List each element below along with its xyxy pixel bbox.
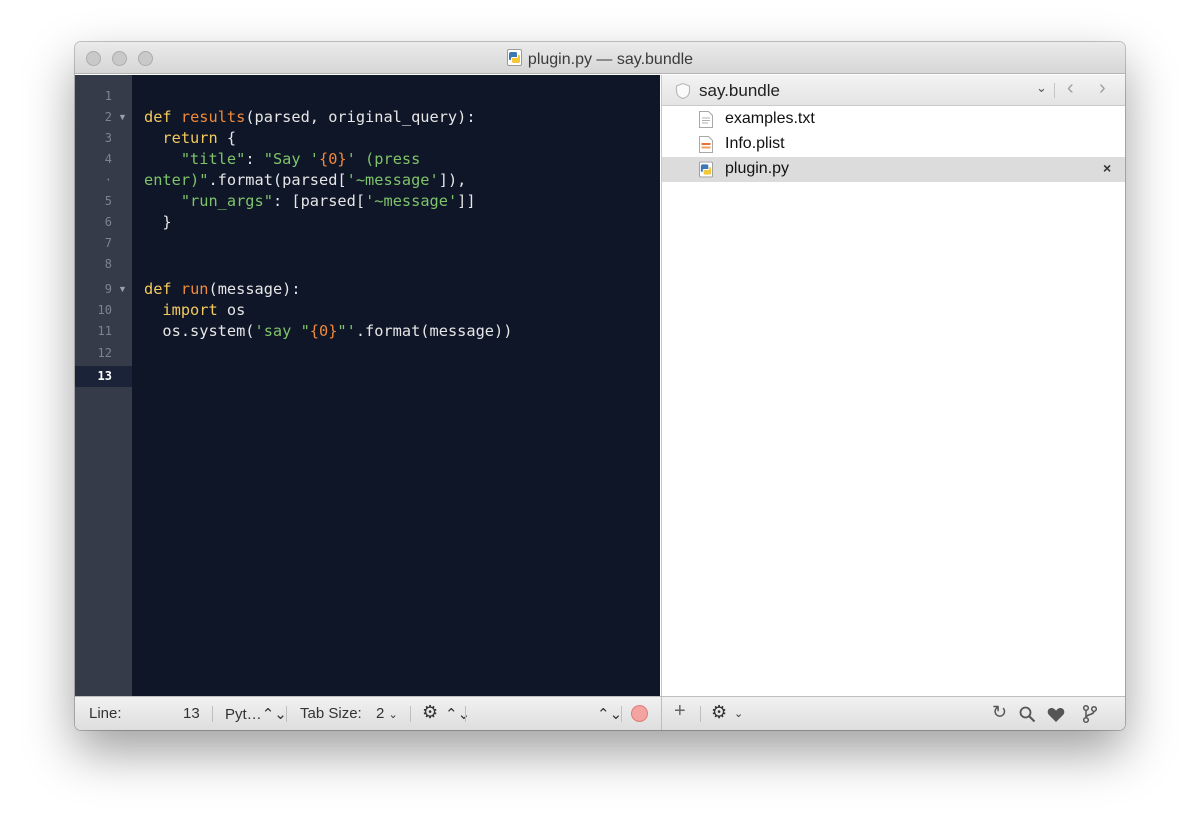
chevron-down-icon[interactable]: ⌄ [1036,80,1047,96]
line-number: 3 [104,131,112,145]
line-number: 6 [104,215,112,229]
divider [465,706,466,722]
file-item-info-plist[interactable]: Info.plist [662,132,1125,157]
divider [700,706,701,722]
editor-window: plugin.py — say.bundle 1 2 ▼ 3 4 · 5 6 7… [75,42,1125,730]
tab-size-select[interactable]: 2 ⌄ [376,705,398,722]
code-line: def run(message): [144,280,301,298]
line-number: · [104,173,112,187]
syntax-value: Pyt… [225,706,262,723]
chevron-down-icon: ⌄ [388,709,398,721]
project-pane: say.bundle ⌄ ‹ › examples.txt Info.plist [661,75,1125,696]
code-line: return { [162,129,237,147]
chevron-down-icon[interactable]: ⌄ [734,707,743,720]
line-number-gutter: 1 2 ▼ 3 4 · 5 6 7 8 9 ▼ 10 11 12 13 [75,75,132,696]
close-file-icon[interactable]: × [1103,160,1111,176]
file-name: Info.plist [725,135,785,152]
line-number: 8 [104,257,112,271]
line-number: 12 [97,346,112,360]
forward-arrow-icon[interactable]: › [1099,77,1106,100]
fold-triangle-icon[interactable]: ▼ [118,279,127,300]
line-number: 5 [104,194,112,208]
code-line: import os [162,301,246,319]
updown-chevron-icon[interactable]: ⌃⌄ [445,705,470,723]
line-number: 9 [104,282,112,296]
divider [286,706,287,722]
git-branch-icon[interactable] [1082,704,1098,724]
tab-size-value: 2 [376,705,385,722]
file-name: plugin.py [725,160,790,177]
line-number: 4 [104,152,112,166]
line-number-field[interactable]: 13 [183,705,200,722]
text-file-icon [699,111,713,128]
file-name: examples.txt [725,110,815,127]
code-line: "title": "Say '{0}' (press [180,150,421,168]
code-line: def results(parsed, original_query): [144,108,476,126]
editor-status-bar: Line: 13 Pyt…⌃⌄ Tab Size: 2 ⌄ ⚙ ⌃⌄ ⌃⌄ [75,696,661,730]
python-file-icon [506,49,522,66]
code-editor[interactable]: def results(parsed, original_query): ret… [132,75,660,696]
tab-size-label: Tab Size: [300,705,362,722]
window-title: plugin.py — say.bundle [75,49,1125,69]
symbol-select-chevron-icon[interactable]: ⌃⌄ [597,705,622,723]
heart-icon[interactable] [1047,707,1065,723]
line-label: Line: [89,705,122,722]
file-item-plugin-py[interactable]: plugin.py × [662,157,1125,182]
project-status-bar: + ⚙ ⌄ ↻ [661,696,1125,730]
gear-icon[interactable]: ⚙ [422,702,438,723]
updown-chevron-icon: ⌃⌄ [261,706,287,723]
fold-triangle-icon[interactable]: ▼ [118,107,127,128]
line-number: 11 [97,324,112,338]
plist-file-icon [699,136,713,153]
divider [1054,83,1055,98]
line-number: 1 [104,89,112,103]
line-number-current: 13 [97,369,112,383]
add-icon[interactable]: + [674,700,686,723]
project-header: say.bundle ⌄ ‹ › [662,75,1125,106]
line-number: 10 [97,303,112,317]
divider [621,706,622,722]
code-line: enter)".format(parsed['~message']), [144,171,467,189]
project-name[interactable]: say.bundle [699,81,780,101]
file-item-examples[interactable]: examples.txt [662,107,1125,132]
syntax-select[interactable]: Pyt…⌃⌄ [225,705,287,723]
refresh-icon[interactable]: ↻ [992,702,1007,723]
gear-icon[interactable]: ⚙ [711,702,727,723]
bundle-shield-icon [675,82,691,100]
divider [212,706,213,722]
python-file-icon [699,161,713,178]
title-bar: plugin.py — say.bundle [75,42,1125,74]
divider [410,706,411,722]
code-line: } [144,213,172,231]
window-title-text: plugin.py — say.bundle [527,51,694,68]
record-macro-icon[interactable] [631,705,648,722]
code-line: os.system('say "{0}"'.format(message)) [144,322,513,340]
back-arrow-icon[interactable]: ‹ [1067,77,1074,100]
line-number: 7 [104,236,112,250]
line-number: 2 [104,110,112,124]
search-icon[interactable] [1019,706,1036,723]
code-line: "run_args": [parsed['~message']] [180,192,476,210]
